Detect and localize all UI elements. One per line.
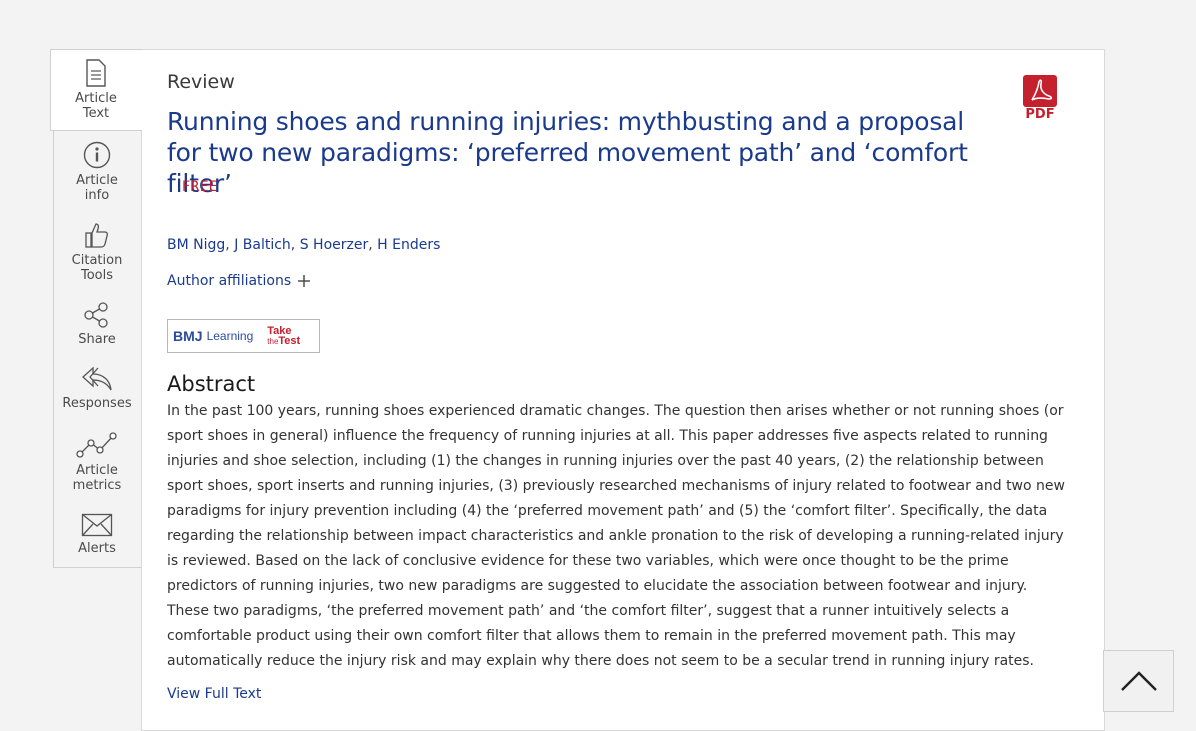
author-affiliations-toggle[interactable]: Author affiliations: [167, 273, 311, 289]
sidebar-item-label: Article: [75, 91, 117, 106]
thumbs-up-icon: [85, 223, 109, 248]
document-icon: [86, 59, 106, 87]
metrics-icon: [76, 432, 117, 458]
abstract-heading: Abstract: [167, 372, 256, 396]
article-type: Review: [167, 71, 235, 93]
pdf-download-button[interactable]: PDF: [1022, 75, 1058, 122]
sidebar-item-label: Article: [76, 173, 118, 188]
sidebar-item-label: Text: [82, 106, 110, 121]
sidebar-item-label: Share: [78, 332, 116, 347]
author-link[interactable]: S Hoerzer: [300, 237, 369, 253]
bmj-logo: BMJ: [173, 328, 203, 344]
sidebar-item-article-info[interactable]: Article info: [53, 141, 141, 203]
author-link[interactable]: J Baltich: [234, 237, 291, 253]
author-link[interactable]: H Enders: [377, 237, 440, 253]
share-icon: [84, 302, 108, 328]
plus-icon: [298, 275, 311, 287]
sidebar-item-label: Responses: [62, 396, 132, 411]
access-badge: FREE: [182, 179, 218, 195]
bmj-learning-take-test-button[interactable]: BMJ Learning Take theTest: [167, 319, 320, 353]
pdf-icon: [1023, 75, 1057, 107]
take-test-label: Take theTest: [267, 325, 301, 347]
back-to-top-button[interactable]: [1103, 650, 1174, 712]
bmj-learning-label: Learning: [206, 329, 254, 343]
author-link[interactable]: BM Nigg: [167, 237, 225, 253]
chevron-up-icon: [1120, 671, 1157, 691]
sidebar-item-label: metrics: [72, 478, 122, 493]
sidebar-item-share[interactable]: Share: [53, 302, 141, 347]
the-word: the: [267, 336, 279, 346]
sidebar-item-label: Tools: [80, 268, 114, 283]
sidebar-item-responses[interactable]: Responses: [53, 366, 141, 411]
page-title: Running shoes and running injuries: myth…: [167, 107, 968, 198]
author-affiliations-label: Author affiliations: [167, 273, 292, 289]
sidebar-item-alerts[interactable]: Alerts: [53, 513, 141, 556]
sidebar-item-article-metrics[interactable]: Article metrics: [53, 431, 141, 493]
pdf-label: PDF: [1025, 107, 1055, 122]
sidebar-item-label: Article: [76, 463, 118, 478]
sidebar-item-label: Citation: [71, 253, 123, 268]
abstract-text: In the past 100 years, running shoes exp…: [167, 403, 1065, 669]
author-list: BM Nigg, J Baltich, S Hoerzer, H Enders: [167, 237, 441, 253]
sidebar-item-article-text[interactable]: Article Text: [52, 59, 140, 121]
reply-icon: [82, 366, 112, 391]
sidebar-item-label: Alerts: [78, 541, 116, 556]
info-icon: [83, 141, 111, 169]
test-word: Test: [278, 334, 301, 347]
view-full-text-link[interactable]: View Full Text: [167, 686, 261, 702]
envelope-icon: [81, 513, 113, 537]
sidebar-item-label: info: [84, 188, 110, 203]
sidebar-item-citation-tools[interactable]: Citation Tools: [53, 221, 141, 283]
